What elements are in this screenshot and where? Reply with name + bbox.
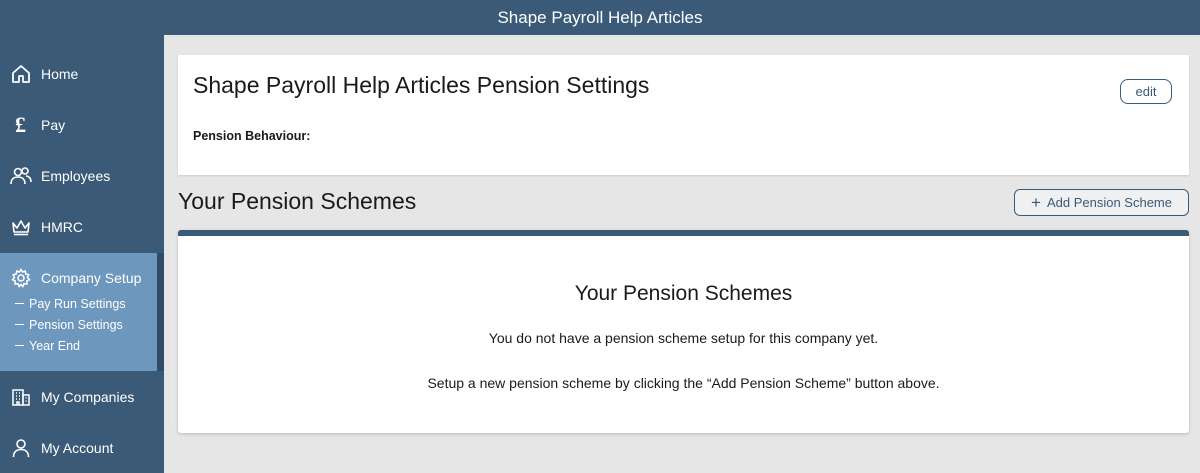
add-pension-scheme-button[interactable]: + Add Pension Scheme [1014,189,1189,216]
empty-state-message: You do not have a pension scheme setup f… [488,330,879,346]
sidebar-item-hmrc[interactable]: HMRC [0,201,164,252]
crown-icon [0,218,41,236]
pension-schemes-card: Your Pension Schemes You do not have a p… [178,230,1189,433]
empty-state-instruction: Setup a new pension scheme by clicking t… [427,375,940,391]
sidebar-item-company-setup[interactable]: Company Setup [0,253,157,303]
dash-icon [15,303,24,305]
sidebar-item-label: HMRC [41,218,83,235]
sidebar-item-my-companies[interactable]: My Companies [0,371,164,422]
sidebar: Home £ Pay Employees HMRC Company Setup … [0,35,164,473]
dash-icon [15,324,24,326]
sidebar-active-section: Company Setup Pay Run Settings Pension S… [0,253,164,371]
app-title: Shape Payroll Help Articles [497,8,703,27]
subitem-label: Pension Settings [29,318,123,332]
sidebar-item-employees[interactable]: Employees [0,150,164,201]
edit-button[interactable]: edit [1120,79,1172,104]
sidebar-item-label: Home [41,65,79,82]
empty-state-heading: Your Pension Schemes [574,282,793,305]
dash-icon [15,345,24,347]
sidebar-subitem-year-end[interactable]: Year End [15,339,80,353]
sidebar-item-label: Pay [41,116,66,133]
sidebar-item-label: My Companies [41,388,135,405]
home-icon [0,64,41,84]
section-title: Your Pension Schemes [178,188,417,214]
sidebar-item-home[interactable]: Home [0,48,164,99]
add-pension-scheme-label: Add Pension Scheme [1046,195,1172,210]
building-icon [0,387,41,407]
people-icon [0,166,41,186]
app-header: Shape Payroll Help Articles [0,0,1200,35]
sidebar-subitem-pay-run-settings[interactable]: Pay Run Settings [15,297,126,311]
sidebar-item-my-account[interactable]: My Account [0,422,164,473]
person-icon [0,438,41,458]
subitem-label: Pay Run Settings [29,297,126,311]
sidebar-item-label: Company Setup [41,270,142,286]
sidebar-item-pay[interactable]: £ Pay [0,99,164,150]
pension-behaviour-label: Pension Behaviour: [193,129,311,143]
sidebar-item-label: Employees [41,167,111,184]
sidebar-subitem-pension-settings[interactable]: Pension Settings [15,318,123,332]
sidebar-item-label: My Account [41,439,114,456]
subitem-label: Year End [29,339,80,353]
gear-icon [0,268,41,288]
page-title: Shape Payroll Help Articles Pension Sett… [193,72,650,98]
pension-settings-card: Shape Payroll Help Articles Pension Sett… [178,55,1189,175]
plus-icon: + [1031,193,1041,212]
pound-icon: £ [15,111,26,137]
